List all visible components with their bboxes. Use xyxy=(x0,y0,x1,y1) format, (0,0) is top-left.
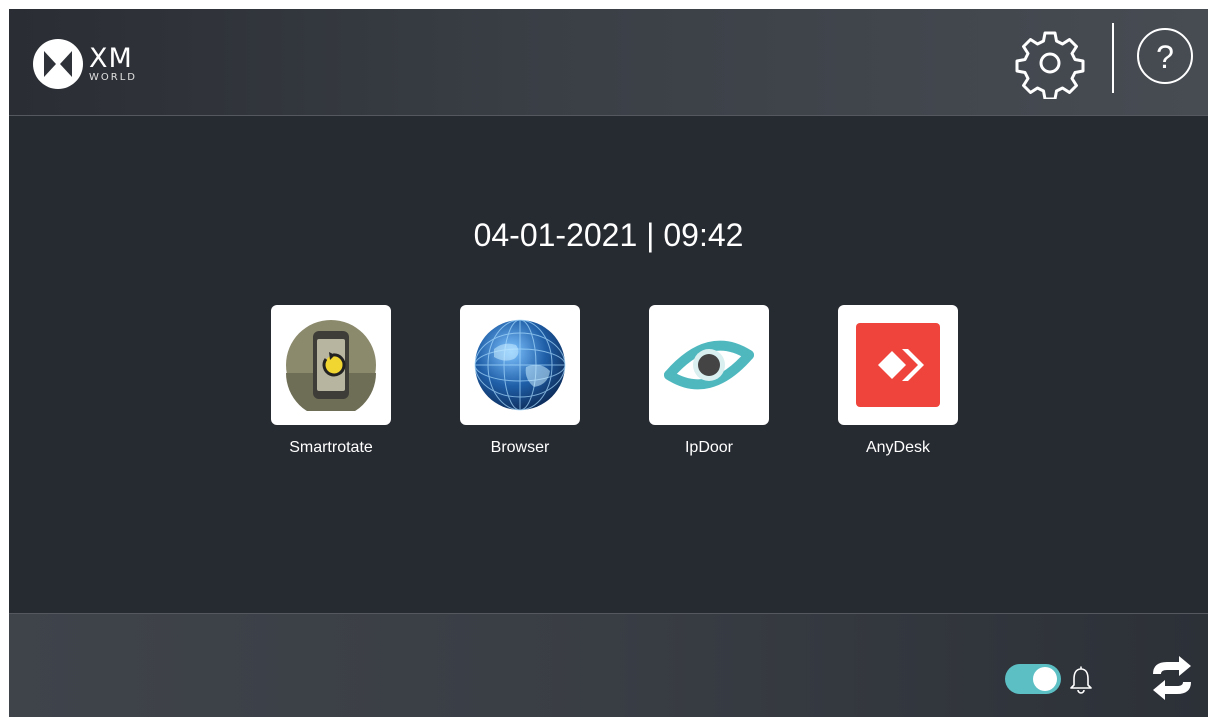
app-tile xyxy=(271,305,391,425)
logo-main-text: XM xyxy=(89,43,133,74)
date-time-display: 04-01-2021 | 09:42 xyxy=(473,217,744,253)
help-icon[interactable]: ? xyxy=(1136,27,1194,85)
app-tile xyxy=(838,305,958,425)
app-anydesk[interactable]: AnyDesk xyxy=(828,305,968,457)
toggle-knob xyxy=(1033,667,1057,691)
gear-icon[interactable] xyxy=(1014,27,1086,99)
bell-icon xyxy=(1070,666,1092,694)
smartrotate-icon xyxy=(286,320,376,411)
bottom-bar xyxy=(9,613,1208,717)
ipdoor-eye-icon xyxy=(664,340,754,390)
anydesk-icon xyxy=(856,323,940,407)
app-ipdoor[interactable]: IpDoor xyxy=(639,305,779,457)
header-divider xyxy=(1112,23,1114,93)
sync-icon[interactable] xyxy=(1149,654,1195,702)
top-bar: XM WORLD ? xyxy=(9,9,1208,116)
notification-toggle[interactable] xyxy=(1005,664,1061,694)
logo-sub-text: WORLD xyxy=(89,72,137,83)
browser-globe-icon xyxy=(474,319,566,411)
app-label: AnyDesk xyxy=(865,439,931,456)
app-tile xyxy=(460,305,580,425)
xm-logo-icon xyxy=(33,39,83,89)
xm-world-logo: XM WORLD xyxy=(33,39,137,89)
help-glyph: ? xyxy=(1156,39,1174,75)
app-browser[interactable]: Browser xyxy=(450,305,590,457)
app-label: Smartrotate xyxy=(289,439,373,456)
app-smartrotate[interactable]: Smartrotate xyxy=(261,305,401,457)
app-label: IpDoor xyxy=(684,439,734,456)
app-launcher: Smartrotate Browser IpDoor AnyDesk xyxy=(9,305,1208,465)
app-label: Browser xyxy=(490,439,550,456)
logo-text: XM WORLD xyxy=(89,45,137,83)
home-screen: XM WORLD ? 04-01-2021 | 09:42 Smartrotat… xyxy=(9,9,1208,717)
app-tile xyxy=(649,305,769,425)
